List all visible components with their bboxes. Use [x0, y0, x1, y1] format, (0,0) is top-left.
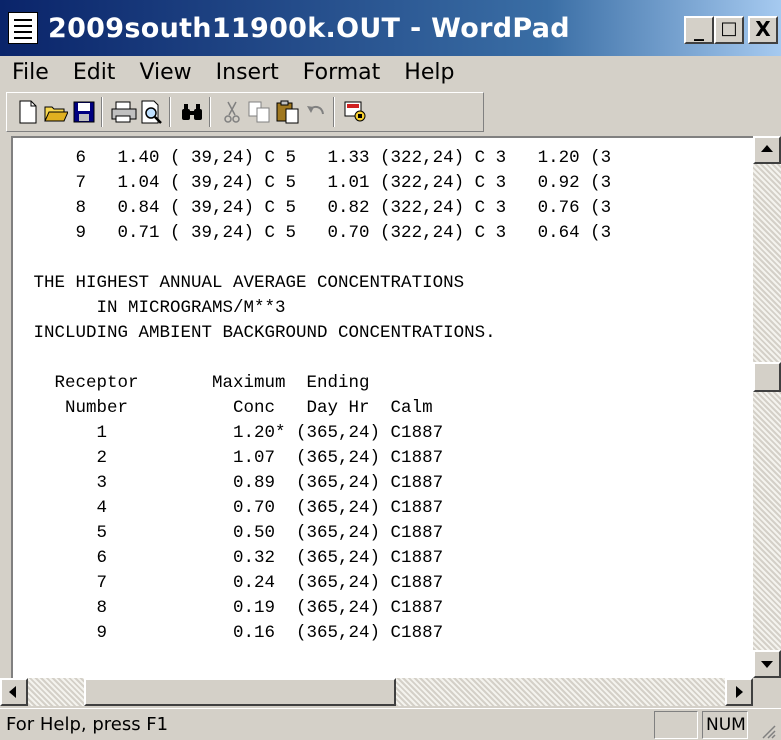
toolbar-separator: [209, 97, 211, 127]
document-frame: 6 1.40 ( 39,24) C 5 1.33 (322,24) C 3 1.…: [11, 136, 781, 678]
document-line: 4 0.70 (365,24) C1887: [23, 498, 444, 518]
status-help-text: For Help, press F1: [6, 714, 169, 735]
vertical-scrollbar[interactable]: [753, 136, 781, 678]
vertical-scroll-thumb[interactable]: [753, 362, 781, 392]
document-line: 5 0.50 (365,24) C1887: [23, 523, 444, 543]
arrow-up-icon: [761, 145, 773, 152]
cut-icon[interactable]: [219, 99, 245, 125]
toolbar-separator: [169, 97, 171, 127]
arrow-down-icon: [761, 661, 773, 668]
arrow-right-icon: [736, 686, 743, 698]
document-text-area[interactable]: 6 1.40 ( 39,24) C 5 1.33 (322,24) C 3 1.…: [13, 138, 759, 678]
maximize-button[interactable]: □: [714, 16, 744, 44]
document-line: Receptor Maximum Ending: [23, 373, 370, 393]
document-line: IN MICROGRAMS/M**3: [23, 298, 286, 318]
print-preview-icon[interactable]: [139, 99, 165, 125]
save-icon[interactable]: [71, 99, 97, 125]
find-icon[interactable]: [179, 99, 205, 125]
document-line: 8 0.19 (365,24) C1887: [23, 598, 444, 618]
window-title: 2009south11900k.OUT - WordPad: [48, 12, 570, 44]
open-icon[interactable]: [43, 99, 69, 125]
scroll-right-button[interactable]: [725, 678, 753, 706]
menu-help[interactable]: Help: [404, 60, 454, 85]
menu-edit[interactable]: Edit: [73, 60, 116, 85]
menu-insert[interactable]: Insert: [216, 60, 279, 85]
scroll-down-button[interactable]: [753, 650, 781, 678]
document-line: 7 0.24 (365,24) C1887: [23, 573, 444, 593]
close-button[interactable]: X: [748, 16, 778, 44]
menu-format[interactable]: Format: [303, 60, 381, 85]
status-panel-empty: [654, 711, 698, 739]
scroll-left-button[interactable]: [0, 678, 28, 706]
document-line: 9 0.71 ( 39,24) C 5 0.70 (322,24) C 3 0.…: [23, 223, 612, 243]
document-line: 2 1.07 (365,24) C1887: [23, 448, 444, 468]
status-bar: For Help, press F1 NUM: [0, 708, 781, 740]
document-line: 7 1.04 ( 39,24) C 5 1.01 (322,24) C 3 0.…: [23, 173, 612, 193]
document-line: 6 1.40 ( 39,24) C 5 1.33 (322,24) C 3 1.…: [23, 148, 612, 168]
menu-view[interactable]: View: [139, 60, 191, 85]
title-bar[interactable]: 2009south11900k.OUT - WordPad _ □ X: [0, 0, 781, 56]
toolbar-separator: [101, 97, 103, 127]
wordpad-window: 2009south11900k.OUT - WordPad _ □ X File…: [0, 0, 781, 740]
document-line: 8 0.84 ( 39,24) C 5 0.82 (322,24) C 3 0.…: [23, 198, 612, 218]
toolbar: [6, 92, 484, 132]
scroll-up-button[interactable]: [753, 136, 781, 164]
horizontal-scrollbar[interactable]: [0, 678, 753, 706]
document-line: 9 0.16 (365,24) C1887: [23, 623, 444, 643]
toolbar-separator: [333, 97, 335, 127]
paste-icon[interactable]: [275, 99, 301, 125]
menu-file[interactable]: File: [12, 60, 49, 85]
document-line: THE HIGHEST ANNUAL AVERAGE CONCENTRATION…: [23, 273, 465, 293]
undo-icon[interactable]: [303, 99, 329, 125]
document-line: Number Conc Day Hr Calm: [23, 398, 433, 418]
resize-grip-icon[interactable]: [760, 723, 776, 739]
print-icon[interactable]: [111, 99, 137, 125]
menu-bar: File Edit View Insert Format Help: [0, 56, 781, 89]
document-line: 6 0.32 (365,24) C1887: [23, 548, 444, 568]
arrow-left-icon: [9, 686, 16, 698]
insert-object-icon[interactable]: [343, 99, 369, 125]
minimize-button[interactable]: _: [684, 16, 714, 44]
document-line: INCLUDING AMBIENT BACKGROUND CONCENTRATI…: [23, 323, 496, 343]
wordpad-app-icon[interactable]: [8, 12, 38, 44]
copy-icon[interactable]: [247, 99, 273, 125]
new-icon[interactable]: [15, 99, 41, 125]
document-line: 1 1.20* (365,24) C1887: [23, 423, 444, 443]
document-line: 3 0.89 (365,24) C1887: [23, 473, 444, 493]
scrollbar-corner: [753, 678, 781, 706]
num-lock-indicator: NUM: [702, 711, 748, 739]
horizontal-scroll-thumb[interactable]: [84, 678, 396, 706]
